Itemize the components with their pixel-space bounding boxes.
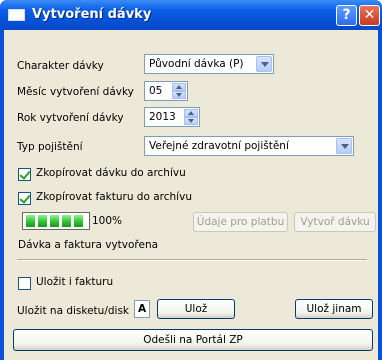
window-title: Vytvoření dávky bbox=[32, 7, 152, 22]
copy-batch-label[interactable]: Zkopírovat dávku do archívu bbox=[36, 167, 186, 179]
year-label: Rok vytvoření dávky bbox=[17, 112, 124, 124]
create-batch-button[interactable]: Vytvoř dávku bbox=[294, 212, 376, 232]
progress-segment bbox=[38, 215, 47, 227]
progress-segment bbox=[74, 215, 83, 227]
save-elsewhere-button[interactable]: Ulož jinam bbox=[295, 299, 373, 319]
progress-segment bbox=[62, 215, 71, 227]
close-button[interactable]: ✕ bbox=[359, 5, 380, 26]
chevron-down-icon[interactable] bbox=[336, 138, 352, 154]
payment-data-button[interactable]: Údaje pro platbu bbox=[193, 212, 288, 232]
batch-type-select[interactable]: Původní dávka (P) bbox=[144, 54, 274, 74]
insurance-type-select[interactable]: Veřejné zdravotní pojištění bbox=[144, 136, 354, 156]
dialog-window: Vytvoření dávky ? ✕ Charakter dávky Půvo… bbox=[0, 0, 382, 360]
progress-segment bbox=[50, 215, 59, 227]
batch-type-label: Charakter dávky bbox=[17, 60, 104, 72]
dialog-body: Charakter dávky Původní dávka (P) Měsíc … bbox=[4, 30, 378, 360]
send-portal-button[interactable]: Odešli na Portál ZP bbox=[13, 329, 373, 351]
progress-bar bbox=[22, 212, 90, 230]
window-icon bbox=[8, 9, 25, 21]
divider bbox=[17, 259, 367, 261]
copy-batch-checkbox[interactable] bbox=[18, 168, 31, 181]
copy-invoice-label[interactable]: Zkopírovat fakturu do archívu bbox=[36, 191, 192, 203]
save-button[interactable]: Ulož bbox=[157, 299, 235, 319]
year-spinner[interactable]: 2013 bbox=[144, 107, 200, 127]
help-button[interactable]: ? bbox=[336, 5, 357, 26]
month-value: 05 bbox=[149, 85, 163, 97]
save-invoice-checkbox[interactable] bbox=[18, 277, 31, 290]
disk-drive-field[interactable]: A bbox=[134, 300, 150, 318]
progress-segment bbox=[26, 215, 35, 227]
spin-up-icon[interactable] bbox=[172, 83, 186, 91]
copy-invoice-checkbox[interactable] bbox=[18, 192, 31, 205]
spin-down-icon[interactable] bbox=[184, 117, 198, 125]
month-label: Měsíc vytvoření dávky bbox=[17, 86, 134, 98]
chevron-down-icon[interactable] bbox=[256, 56, 272, 72]
spin-down-icon[interactable] bbox=[172, 91, 186, 99]
insurance-type-value: Veřejné zdravotní pojištění bbox=[149, 140, 289, 152]
disk-drive-value: A bbox=[138, 303, 147, 315]
save-invoice-label[interactable]: Uložit i fakturu bbox=[36, 276, 113, 288]
batch-type-value: Původní dávka (P) bbox=[149, 58, 244, 70]
progress-label: 100% bbox=[92, 215, 123, 227]
spin-up-icon[interactable] bbox=[184, 109, 198, 117]
title-bar[interactable]: Vytvoření dávky ? ✕ bbox=[0, 0, 382, 30]
insurance-type-label: Typ pojištění bbox=[17, 141, 83, 153]
disk-label: Uložit na disketu/disk bbox=[17, 305, 129, 317]
year-value: 2013 bbox=[149, 111, 176, 123]
month-spinner[interactable]: 05 bbox=[144, 81, 188, 101]
status-text: Dávka a faktura vytvořena bbox=[18, 239, 159, 251]
